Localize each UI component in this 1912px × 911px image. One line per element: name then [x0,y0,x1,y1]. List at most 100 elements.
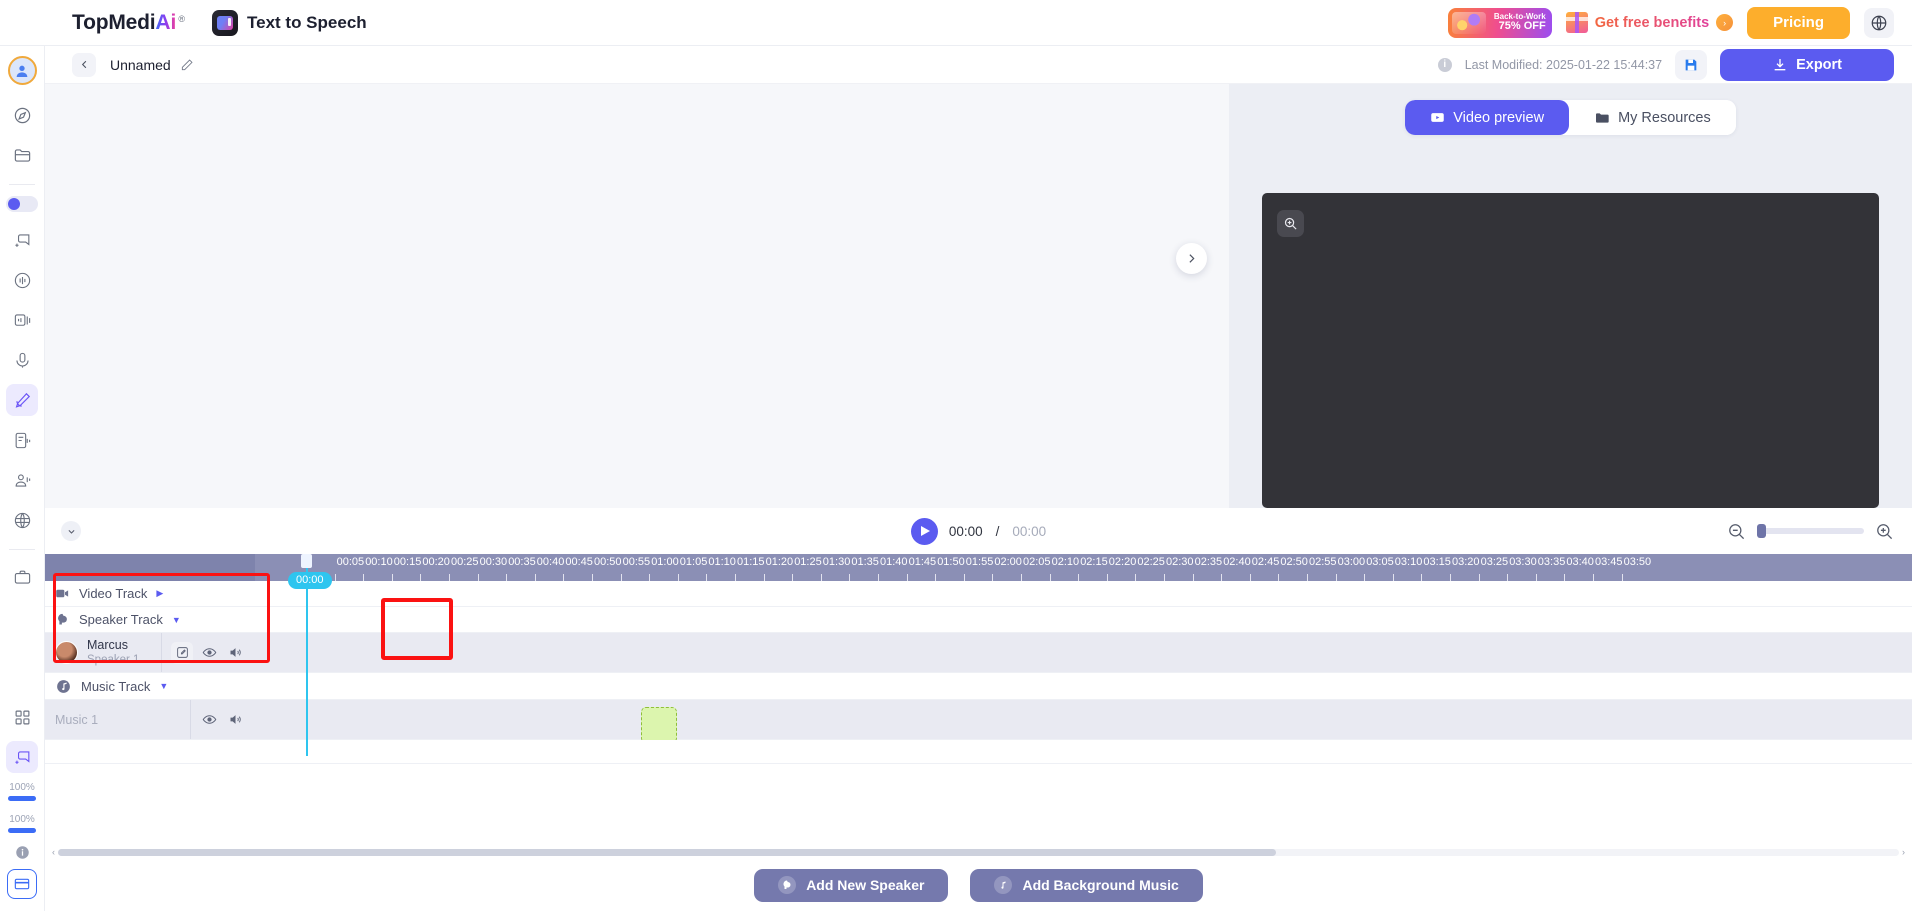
timeline-horizontal-scrollbar[interactable]: ‹ › [45,845,1912,859]
sidebar-item-video-translate[interactable] [6,304,38,336]
track-body-speaker[interactable] [255,607,1912,632]
timeline-tick-mark [820,574,822,581]
playhead[interactable]: 00:00 [288,554,332,756]
sidebar-item-voice-record[interactable] [6,344,38,376]
track-header-video[interactable]: Video Track ▶ [45,581,255,606]
track-header-marcus[interactable]: Marcus Speaker 1 [45,633,255,672]
track-row-empty[interactable] [45,740,1912,764]
timeline-zoom-slider-knob[interactable] [1757,524,1766,538]
pricing-button[interactable]: Pricing [1747,6,1850,39]
scroll-left-arrow[interactable]: ‹ [49,847,58,857]
chevron-down-icon[interactable]: ▼ [172,615,181,625]
speaker-row-actions [161,633,255,672]
compass-icon [14,107,30,123]
timeline: 00:05 00:10 00:15 00:20 00:25 00:30 00:35 00:40… [45,554,1912,845]
globe-icon[interactable] [1864,7,1894,38]
project-name[interactable]: Unnamed [110,57,171,73]
sidebar-item-transcription[interactable] [6,424,38,456]
timeline-tick-mark [992,574,994,581]
music-clip[interactable] [641,707,677,743]
export-button[interactable]: Export [1720,48,1894,81]
timeline-tick-mark [1364,574,1366,581]
playhead-grip[interactable] [301,554,312,568]
timeline-tick-mark [706,574,708,581]
add-new-speaker-button[interactable]: Add New Speaker [754,868,949,902]
playback-controls: 00:00 / 00:00 [45,517,1912,545]
user-avatar-icon [16,65,28,77]
timeline-tick-mark [677,574,679,581]
timeline-tick-mark [1421,574,1423,581]
timeline-tick-mark [649,574,651,581]
timeline-tick-mark [449,574,450,581]
pencil-icon[interactable] [180,58,194,72]
editor-canvas[interactable] [45,84,1229,508]
tab-video-preview[interactable]: Video preview [1405,100,1570,135]
timeline-tick-mark [963,574,965,581]
credit-card-icon[interactable] [7,869,37,899]
sidebar-item-voice-changer[interactable] [6,264,38,296]
track-row-speaker[interactable]: Speaker Track ▼ [45,607,1912,633]
canvas-next-button[interactable] [1176,243,1207,274]
eye-icon[interactable] [200,643,219,662]
track-body-music[interactable] [255,673,1912,699]
track-body-marcus[interactable] [255,633,1912,672]
tab-my-resources[interactable]: My Resources [1569,100,1736,135]
track-body-video[interactable] [255,581,1912,606]
speaker-head-icon [55,612,70,627]
download-icon [1774,58,1786,70]
left-sidebar: 100% 100% [0,46,45,911]
timeline-tick-label: 02:15 [1080,556,1108,568]
volume-icon[interactable] [226,710,245,729]
chat-bubble-icon [14,750,29,764]
gift-icon [1565,12,1588,33]
video-preview-area[interactable] [1262,193,1879,508]
track-row-music[interactable]: Music Track ▼ [45,673,1912,700]
track-body-empty[interactable] [255,740,1912,763]
track-row-music-item[interactable]: Music 1 [45,700,1912,743]
sidebar-item-voice-clone[interactable] [6,384,38,416]
timeline-tick-label: 03:15 [1423,556,1451,568]
scrollbar-thumb[interactable] [58,848,1276,856]
scroll-right-arrow[interactable]: › [1899,847,1908,857]
sidebar-item-explore[interactable] [6,99,38,131]
track-header-music1[interactable]: Music 1 [45,700,255,739]
sidebar-item-workspace[interactable] [6,561,38,593]
timeline-tick-mark [1106,574,1108,581]
sidebar-item-text-to-speech[interactable] [6,224,38,256]
briefcase-icon [14,570,30,584]
edit-square-icon[interactable] [171,641,193,664]
promo-banner[interactable]: Back-to-Work 75% OFF [1447,7,1552,38]
folder-icon [1596,112,1609,123]
save-button[interactable] [1675,49,1708,80]
get-free-benefits-button[interactable]: Get free benefits › [1565,12,1734,33]
volume-icon[interactable] [226,643,245,662]
scrollbar-track[interactable] [58,848,1899,856]
sidebar-item-apps[interactable] [6,701,38,733]
back-button[interactable] [72,52,96,77]
text-to-speech-module[interactable]: Text to Speech [212,9,367,36]
track-header-speaker[interactable]: Speaker Track ▼ [45,607,255,632]
zoom-in-icon[interactable] [1277,210,1304,237]
chevron-right-icon[interactable]: ▶ [156,588,163,599]
sidebar-item-language[interactable] [6,504,38,536]
info-circle-icon[interactable] [15,845,30,860]
sidebar-item-chat-support[interactable] [6,741,38,773]
track-row-speaker-item[interactable]: Marcus Speaker 1 [45,633,1912,673]
eye-icon[interactable] [200,710,219,729]
timeline-tick-mark [1450,574,1451,581]
sidebar-item-toggle[interactable] [6,196,38,212]
sidebar-meter-2-bar [8,828,36,833]
track-body-music1[interactable] [255,700,1912,743]
timeline-tick-label: 00:30 [479,556,508,568]
play-button[interactable] [910,517,938,545]
timeline-tick-label: 03:50 [1623,556,1652,568]
timeline-zoom-slider[interactable] [1757,524,1864,538]
chevron-down-icon[interactable]: ▼ [159,681,168,691]
brand-logo[interactable]: TopMedi Ai ® [72,11,185,35]
sidebar-item-avatar[interactable] [7,56,37,85]
add-background-music-button[interactable]: Add Background Music [970,868,1203,902]
sidebar-item-files[interactable] [6,139,38,171]
sidebar-item-voice-assistant[interactable] [6,464,38,496]
timeline-tick-label: 00:35 [508,556,536,568]
track-header-music[interactable]: Music Track ▼ [45,673,255,699]
